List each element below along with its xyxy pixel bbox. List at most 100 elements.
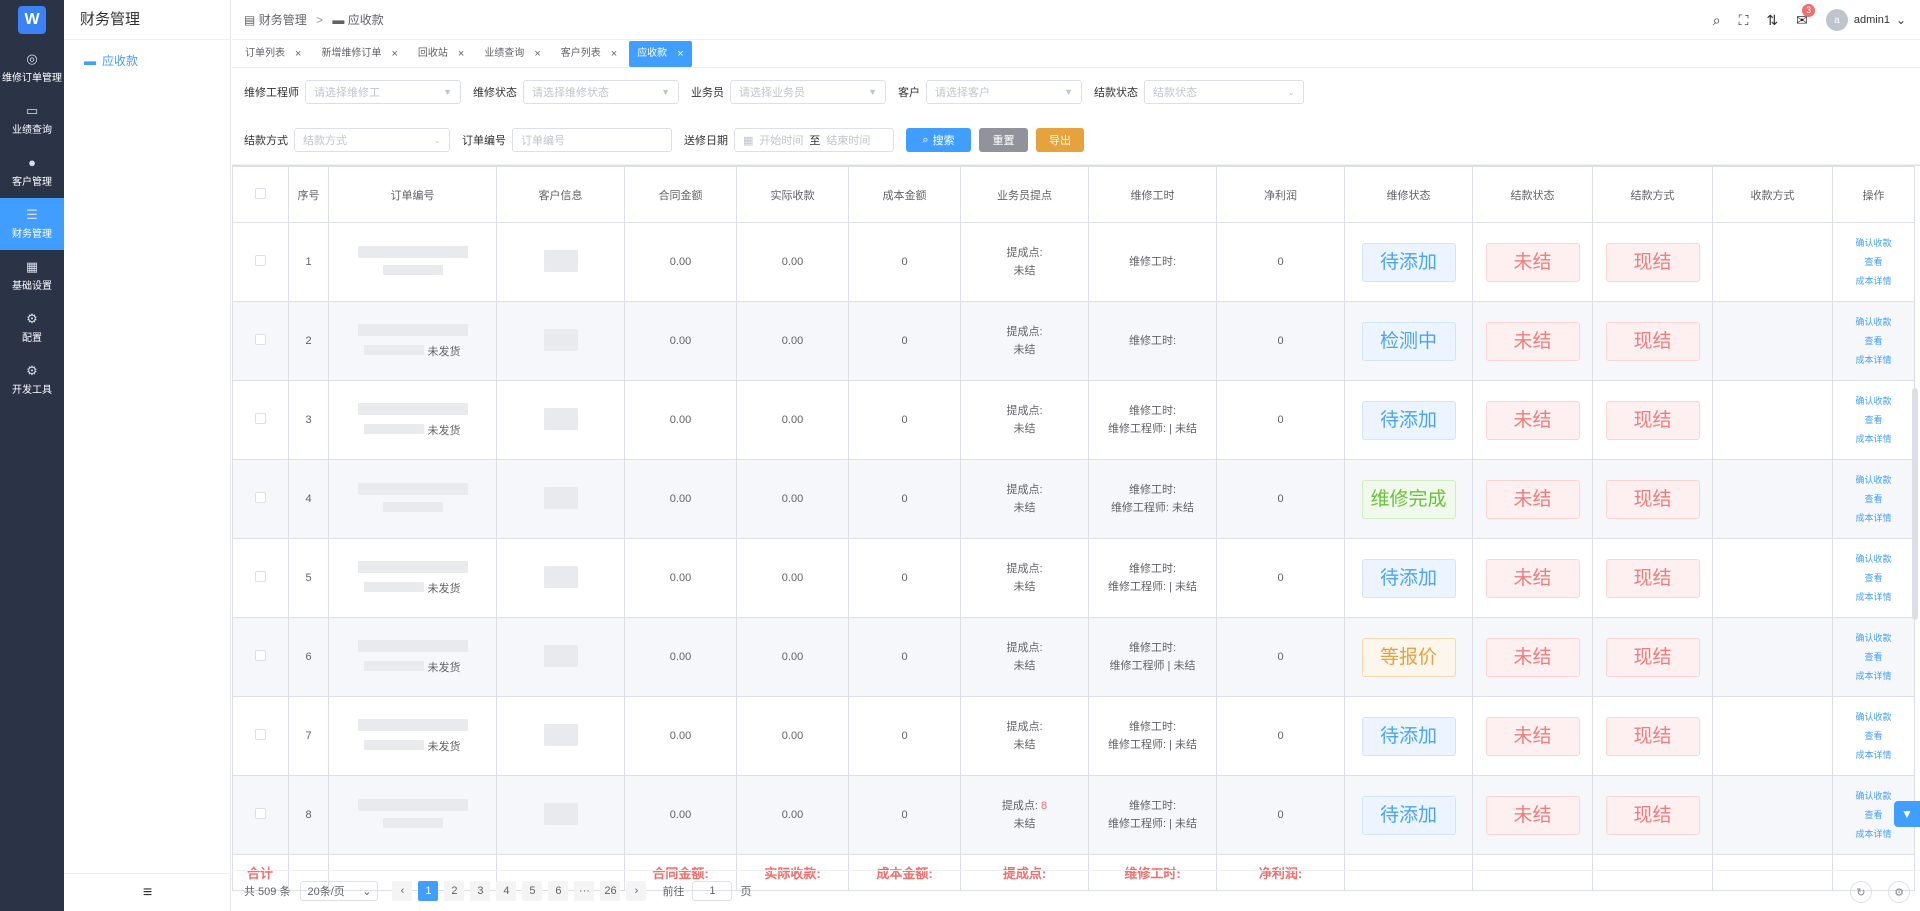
page-button-0[interactable]: 1 (418, 881, 439, 901)
confirm-payment-link[interactable]: 确认收款 (1833, 708, 1914, 727)
confirm-payment-link[interactable]: 确认收款 (1833, 313, 1914, 332)
search-icon[interactable]: ⌕ (1713, 12, 1721, 29)
cost-detail-link[interactable]: 成本详情 (1833, 430, 1914, 449)
table-row: 5 未发货 0.00 0.00 0 提成点: 未结 维修工时: 维修工程师: | 未结 0 待添… (232, 538, 1915, 618)
confirm-payment-link[interactable]: 确认收款 (1833, 550, 1914, 569)
cost-detail-link[interactable]: 成本详情 (1833, 509, 1914, 528)
row-checkbox[interactable] (255, 413, 266, 424)
order-number-cell[interactable]: 未发货 (328, 380, 497, 460)
row-checkbox[interactable] (255, 650, 266, 661)
order-no-input[interactable]: 订单编号 (512, 128, 672, 152)
page-button-6[interactable]: ··· (574, 881, 595, 901)
order-number-cell[interactable]: 未发货 (328, 301, 497, 381)
rail-item-0[interactable]: ◎ 维修订单管理 (0, 42, 64, 94)
confirm-payment-link[interactable]: 确认收款 (1833, 471, 1914, 490)
tab-2[interactable]: 回收站 × (410, 41, 472, 67)
cost-detail-link[interactable]: 成本详情 (1833, 588, 1914, 607)
row-checkbox[interactable] (255, 729, 266, 740)
page-button-7[interactable]: 26 (600, 881, 621, 901)
view-link[interactable]: 查看 (1833, 569, 1914, 588)
close-icon[interactable]: × (534, 41, 540, 67)
confirm-payment-link[interactable]: 确认收款 (1833, 234, 1914, 253)
tab-1[interactable]: 新增维修订单 × (313, 41, 405, 67)
page-button-2[interactable]: 3 (470, 881, 491, 901)
table-scrollbar[interactable] (1912, 388, 1918, 620)
tab-4[interactable]: 客户列表 × (553, 41, 625, 67)
feedback-float-button[interactable]: ▼ (1894, 801, 1920, 827)
close-icon[interactable]: × (295, 41, 301, 67)
breadcrumb-parent[interactable]: 财务管理 (259, 13, 307, 27)
customer-select[interactable]: 请选择客户 ▼ (926, 80, 1082, 104)
page-jump-input[interactable]: 1 (692, 881, 733, 901)
tab-3[interactable]: 业绩查询 × (476, 41, 548, 67)
page-button-1[interactable]: 2 (444, 881, 465, 901)
fullscreen-icon[interactable]: ⛶ (1739, 12, 1749, 29)
close-icon[interactable]: × (458, 41, 464, 67)
view-link[interactable]: 查看 (1833, 411, 1914, 430)
cost-detail-link[interactable]: 成本详情 (1833, 272, 1914, 291)
sort-icon[interactable]: ⇅ (1766, 12, 1778, 29)
view-link[interactable]: 查看 (1833, 727, 1914, 746)
date-range-picker[interactable]: ▦ 开始时间至结束时间 (734, 128, 894, 152)
view-link[interactable]: 查看 (1833, 490, 1914, 509)
submenu-item-receivables[interactable]: ▬ 应收款 (64, 40, 230, 82)
rail-item-5[interactable]: ⚙ 配置 (0, 302, 64, 354)
order-number-cell[interactable]: 未发货 (328, 696, 497, 776)
repair-status-select[interactable]: 请选择维修状态 ▼ (523, 80, 679, 104)
row-checkbox[interactable] (255, 334, 266, 345)
sales-select[interactable]: 请选择业务员 ▼ (730, 80, 886, 104)
settings-icon[interactable]: ⚙ (1888, 881, 1910, 903)
view-link[interactable]: 查看 (1833, 648, 1914, 667)
order-number-cell[interactable] (328, 775, 497, 855)
select-all-checkbox[interactable] (232, 166, 289, 223)
engineer-select[interactable]: 请选择维修工 ▼ (305, 80, 461, 104)
rail-item-6[interactable]: ⚙ 开发工具 (0, 354, 64, 406)
settle-status-select[interactable]: 结款状态 ⌄ (1144, 80, 1304, 104)
collapse-menu-button[interactable]: ≡ (64, 873, 231, 911)
order-number-cell[interactable]: 未发货 (328, 538, 497, 618)
order-number-cell[interactable] (328, 222, 497, 302)
payment-method (1712, 538, 1833, 618)
settle-method-select[interactable]: 结款方式 ⌄ (294, 128, 450, 152)
user-menu[interactable]: a admin1 ⌄ (1825, 9, 1906, 31)
view-link[interactable]: 查看 (1833, 332, 1914, 351)
tab-0[interactable]: 订单列表 × (237, 41, 309, 67)
cost-detail-link[interactable]: 成本详情 (1833, 667, 1914, 686)
row-checkbox[interactable] (255, 255, 266, 266)
tab-5[interactable]: 应收款 × (629, 40, 692, 67)
page-size-select[interactable]: 20条/页 ⌄ (300, 881, 379, 901)
table-row: 7 未发货 0.00 0.00 0 提成点: 未结 维修工时: 维修工程师: | 未结 0 待添… (232, 696, 1915, 776)
repair-hours-cell: 维修工时: 维修工程师: | 未结 (1088, 538, 1217, 618)
column-header: 结款状态 (1472, 166, 1593, 223)
reset-button[interactable]: 重置 (979, 128, 1028, 152)
cost-detail-link[interactable]: 成本详情 (1833, 351, 1914, 370)
row-checkbox[interactable] (255, 571, 266, 582)
view-link[interactable]: 查看 (1833, 253, 1914, 272)
confirm-payment-link[interactable]: 确认收款 (1833, 629, 1914, 648)
prev-page-button[interactable]: ‹ (392, 881, 413, 901)
close-icon[interactable]: × (611, 41, 617, 67)
rail-item-1[interactable]: ▭ 业绩查询 (0, 94, 64, 146)
rail-item-3[interactable]: ☰ 财务管理 (0, 198, 64, 250)
search-button[interactable]: ⌕ 搜索 (906, 128, 971, 152)
cost-detail-link[interactable]: 成本详情 (1833, 825, 1914, 844)
message-icon[interactable]: ✉ 3 (1796, 3, 1816, 29)
row-checkbox[interactable] (255, 492, 266, 503)
refresh-icon[interactable]: ↻ (1850, 881, 1872, 903)
close-icon[interactable]: × (391, 41, 397, 67)
next-page-button[interactable]: › (626, 881, 647, 901)
page-button-3[interactable]: 4 (496, 881, 517, 901)
export-button[interactable]: 导出 (1036, 128, 1084, 152)
confirm-payment-link[interactable]: 确认收款 (1833, 392, 1914, 411)
close-icon[interactable]: × (677, 41, 683, 67)
order-number-cell[interactable]: 未发货 (328, 617, 497, 697)
page-button-4[interactable]: 5 (522, 881, 543, 901)
row-checkbox[interactable] (255, 808, 266, 819)
rail-item-4[interactable]: ▦ 基础设置 (0, 250, 64, 302)
cost-detail-link[interactable]: 成本详情 (1833, 746, 1914, 765)
search-icon: ⌕ (922, 133, 929, 146)
checkbox[interactable] (255, 187, 266, 199)
rail-item-2[interactable]: ● 客户管理 (0, 146, 64, 198)
page-button-5[interactable]: 6 (548, 881, 569, 901)
order-number-cell[interactable] (328, 459, 497, 539)
